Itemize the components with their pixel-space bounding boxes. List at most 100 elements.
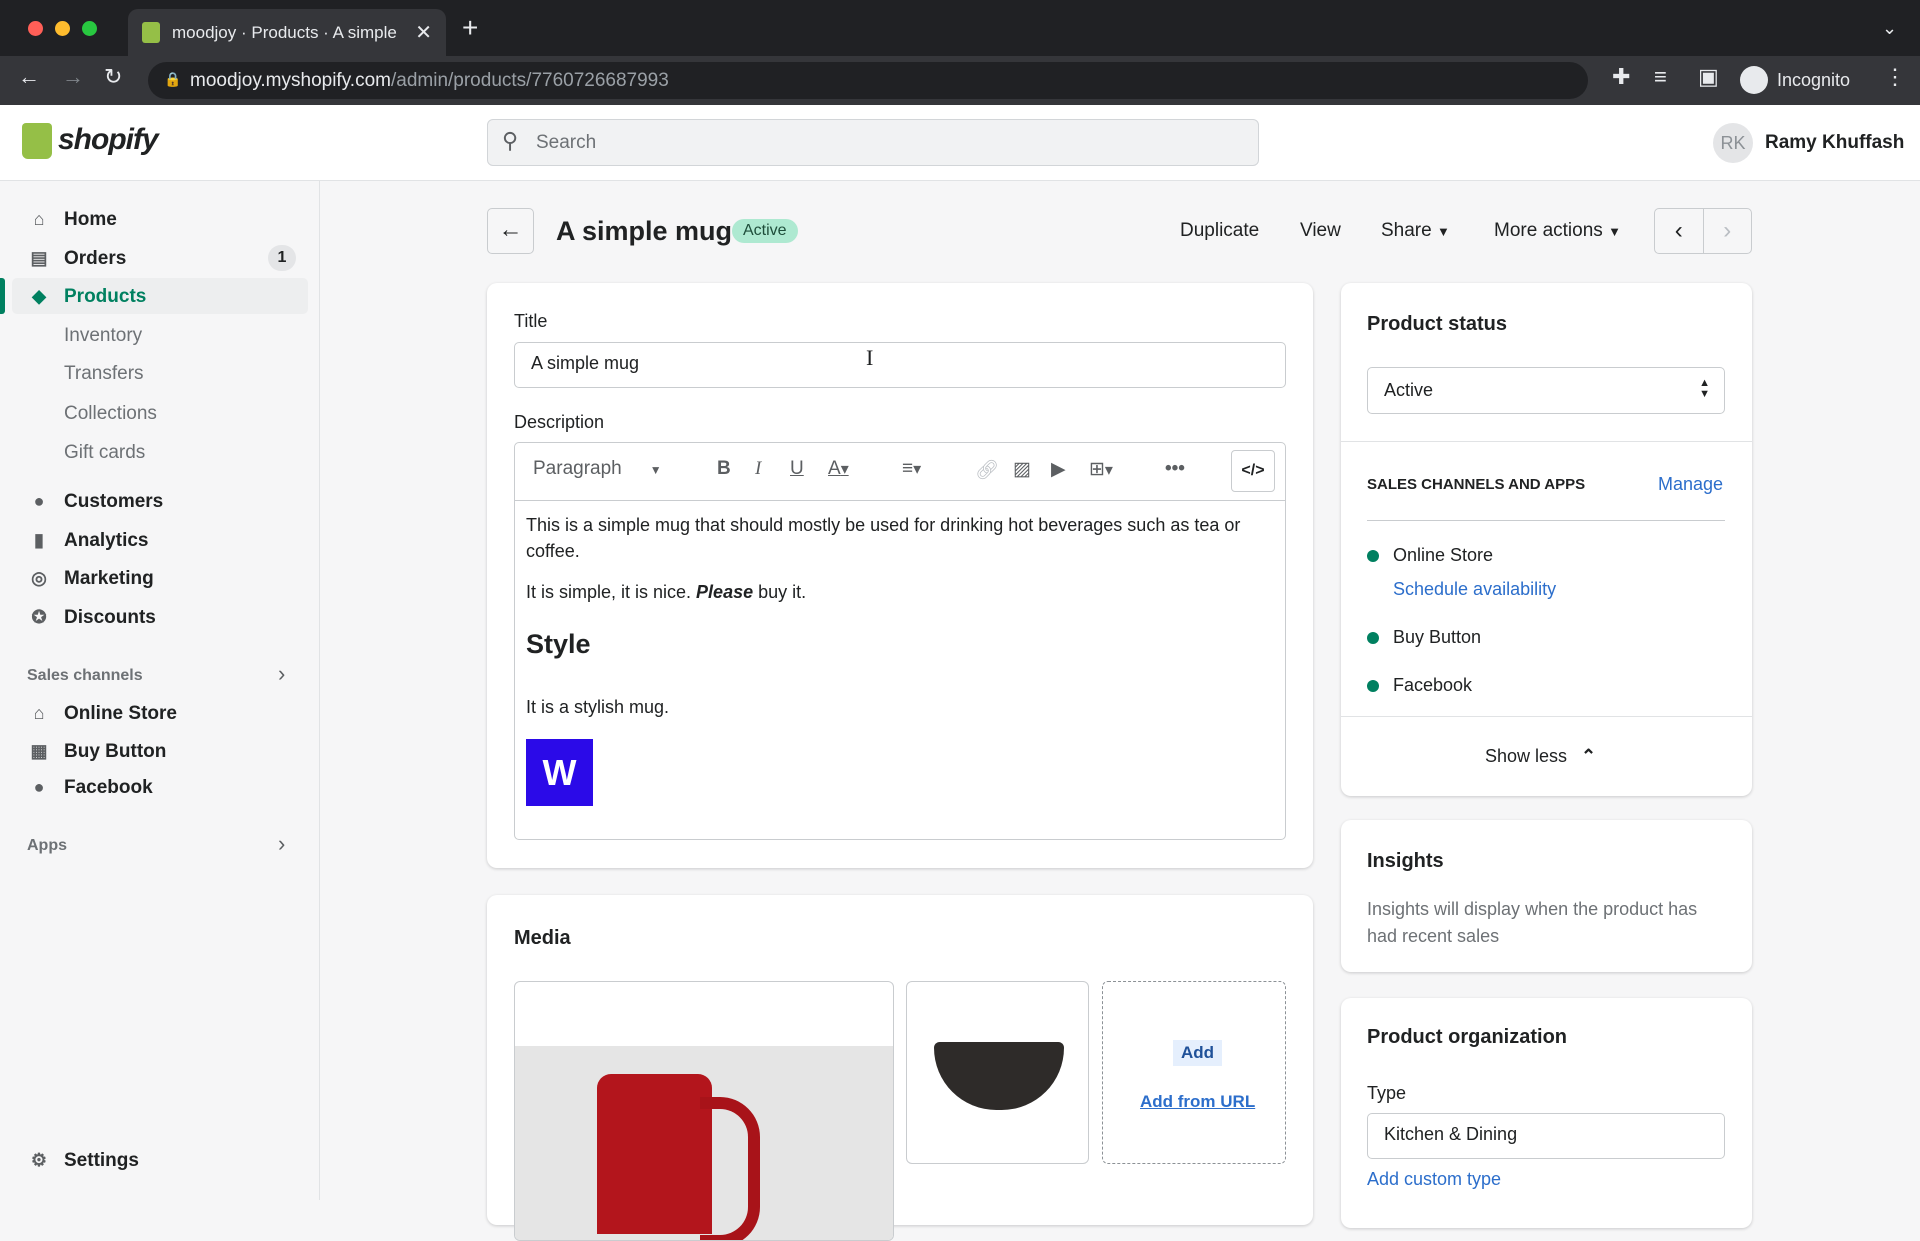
maximize-window-button[interactable] bbox=[82, 21, 97, 36]
menu-icon[interactable]: ⋮ bbox=[1884, 64, 1906, 90]
share-button[interactable]: Share ▼ bbox=[1381, 220, 1450, 242]
next-product-button[interactable]: › bbox=[1704, 209, 1752, 253]
search-icon: ⚲ bbox=[502, 128, 519, 153]
description-heading: Style bbox=[526, 629, 591, 659]
media-title: Media bbox=[514, 927, 571, 949]
minimize-window-button[interactable] bbox=[55, 21, 70, 36]
tag-icon: ◆ bbox=[32, 286, 46, 306]
link-icon[interactable]: 🔗︎ bbox=[975, 458, 999, 482]
sidebar-item-facebook[interactable]: ● Facebook bbox=[0, 769, 320, 805]
channel-facebook: Facebook bbox=[1393, 675, 1473, 695]
label: Transfers bbox=[64, 363, 144, 384]
title-input[interactable]: A simple mug bbox=[514, 342, 1286, 388]
back-button[interactable]: ← bbox=[487, 208, 534, 254]
sidebar-item-analytics[interactable]: ▮ Analytics bbox=[0, 522, 320, 558]
more-icon[interactable]: ••• bbox=[1165, 458, 1185, 480]
view-button[interactable]: View bbox=[1300, 220, 1341, 242]
italic-icon[interactable]: I bbox=[755, 458, 761, 480]
back-icon[interactable]: ← bbox=[18, 64, 40, 90]
lock-icon: 🔒 bbox=[164, 71, 182, 87]
media-item-mug[interactable] bbox=[514, 981, 894, 1241]
status-badge: Active bbox=[732, 219, 798, 243]
schedule-availability-link[interactable]: Schedule availability bbox=[1393, 579, 1556, 600]
embedded-image: W bbox=[526, 739, 593, 806]
sidebar-item-buy-button[interactable]: ▦ Buy Button bbox=[0, 733, 320, 769]
html-view-icon[interactable]: </> bbox=[1231, 450, 1275, 492]
media-item-bowl[interactable] bbox=[906, 981, 1089, 1164]
sidebar-item-home[interactable]: ⌂ Home bbox=[0, 201, 320, 237]
more-actions-button[interactable]: More actions ▼ bbox=[1494, 220, 1621, 242]
sidebar-item-inventory[interactable]: Inventory bbox=[0, 317, 320, 353]
caret-down-icon: ▼ bbox=[1436, 224, 1450, 239]
format-dropdown[interactable]: Paragraph ▼ bbox=[533, 458, 662, 480]
sidebar-item-customers[interactable]: ● Customers bbox=[0, 483, 320, 519]
profile-label[interactable]: Incognito bbox=[1777, 70, 1850, 91]
add-from-url-link[interactable]: Add from URL bbox=[1140, 1092, 1255, 1112]
chevron-right-icon[interactable]: › bbox=[278, 831, 285, 857]
page-title: A simple mug bbox=[556, 216, 733, 246]
side-panel-icon[interactable]: ▣ bbox=[1698, 64, 1719, 90]
bold-icon[interactable]: B bbox=[717, 458, 731, 480]
facebook-icon: ● bbox=[33, 777, 45, 797]
divider bbox=[1341, 441, 1752, 442]
text-color-icon[interactable]: A▾ bbox=[828, 458, 849, 480]
search-placeholder: Search bbox=[536, 132, 597, 153]
reading-list-icon[interactable]: ≡ bbox=[1654, 64, 1667, 90]
user-name[interactable]: Ramy Khuffash bbox=[1765, 132, 1904, 154]
close-tab-icon[interactable]: ✕ bbox=[415, 20, 432, 45]
previous-product-button[interactable]: ‹ bbox=[1655, 209, 1704, 253]
duplicate-button[interactable]: Duplicate bbox=[1180, 220, 1259, 242]
text: It is simple, it is nice. bbox=[526, 582, 697, 602]
extensions-icon[interactable]: ✚ bbox=[1612, 64, 1630, 90]
search-input[interactable]: ⚲ Search bbox=[487, 119, 1259, 166]
sidebar-item-settings[interactable]: ⚙ Settings bbox=[0, 1142, 320, 1178]
reload-icon[interactable]: ↻ bbox=[104, 64, 122, 90]
add-media-button[interactable]: Add bbox=[1173, 1040, 1223, 1066]
sidebar-item-orders[interactable]: ▤ Orders 1 bbox=[0, 240, 320, 276]
status-select[interactable]: Active ▲ ▼ bbox=[1367, 367, 1725, 414]
image-icon[interactable]: ▨ bbox=[1013, 458, 1031, 481]
mug-image bbox=[597, 1074, 712, 1234]
shopify-logo[interactable]: shopify bbox=[58, 123, 159, 157]
divider bbox=[1341, 716, 1752, 717]
type-input[interactable]: Kitchen & Dining bbox=[1367, 1113, 1725, 1159]
sidebar-item-gift-cards[interactable]: Gift cards bbox=[0, 434, 320, 470]
pagination: ‹ › bbox=[1654, 208, 1752, 254]
sidebar-item-discounts[interactable]: ✪ Discounts bbox=[0, 599, 320, 635]
bowl-image bbox=[934, 1042, 1064, 1110]
sidebar-item-products[interactable]: ◆ Products bbox=[0, 278, 320, 314]
browser-tab[interactable]: moodjoy · Products · A simple mug ✕ bbox=[128, 9, 446, 56]
show-less-button[interactable]: Show less ⌃ bbox=[1485, 746, 1596, 767]
video-icon[interactable]: ▶ bbox=[1051, 458, 1066, 481]
label: More actions bbox=[1494, 220, 1603, 241]
new-tab-button[interactable]: + bbox=[462, 12, 478, 44]
sidebar-item-collections[interactable]: Collections bbox=[0, 395, 320, 431]
browser-tab-bar: moodjoy · Products · A simple mug ✕ + ⌄ bbox=[0, 0, 1920, 56]
underline-icon[interactable]: U bbox=[790, 458, 804, 480]
align-icon[interactable]: ≡▾ bbox=[902, 458, 921, 480]
url-field[interactable]: 🔒 moodjoy.myshopify.com/admin/products/7… bbox=[148, 62, 1588, 99]
channel-online-store: Online Store bbox=[1393, 545, 1494, 565]
sidebar-item-marketing[interactable]: ◎ Marketing bbox=[0, 560, 320, 596]
apps-heading: Apps bbox=[27, 837, 67, 854]
table-icon[interactable]: ⊞▾ bbox=[1089, 458, 1113, 481]
shopify-favicon-icon bbox=[142, 22, 160, 43]
avatar[interactable]: RK bbox=[1713, 123, 1753, 163]
manage-link[interactable]: Manage bbox=[1658, 474, 1723, 495]
media-dropzone[interactable]: Add Add from URL bbox=[1102, 981, 1286, 1164]
description-editor[interactable]: Paragraph ▼ B I U A▾ ≡▾ 🔗︎ ▨ ▶ ⊞▾ ••• </>… bbox=[514, 442, 1286, 840]
forward-icon[interactable]: → bbox=[62, 64, 84, 90]
sidebar-item-transfers[interactable]: Transfers bbox=[0, 355, 320, 391]
tab-search-icon[interactable]: ⌄ bbox=[1882, 18, 1897, 39]
sales-channels-heading: Sales channels bbox=[27, 667, 143, 684]
label: Analytics bbox=[64, 530, 149, 551]
home-icon: ⌂ bbox=[33, 209, 45, 229]
sidebar-item-online-store[interactable]: ⌂ Online Store bbox=[0, 695, 320, 731]
store-icon: ⌂ bbox=[33, 703, 45, 723]
add-custom-type-link[interactable]: Add custom type bbox=[1367, 1169, 1501, 1190]
product-details-card: Title A simple mug Description Paragraph… bbox=[487, 283, 1313, 868]
close-window-button[interactable] bbox=[28, 21, 43, 36]
status-dot bbox=[1367, 550, 1379, 562]
orders-icon: ▤ bbox=[30, 248, 48, 268]
chevron-right-icon[interactable]: › bbox=[278, 661, 285, 687]
